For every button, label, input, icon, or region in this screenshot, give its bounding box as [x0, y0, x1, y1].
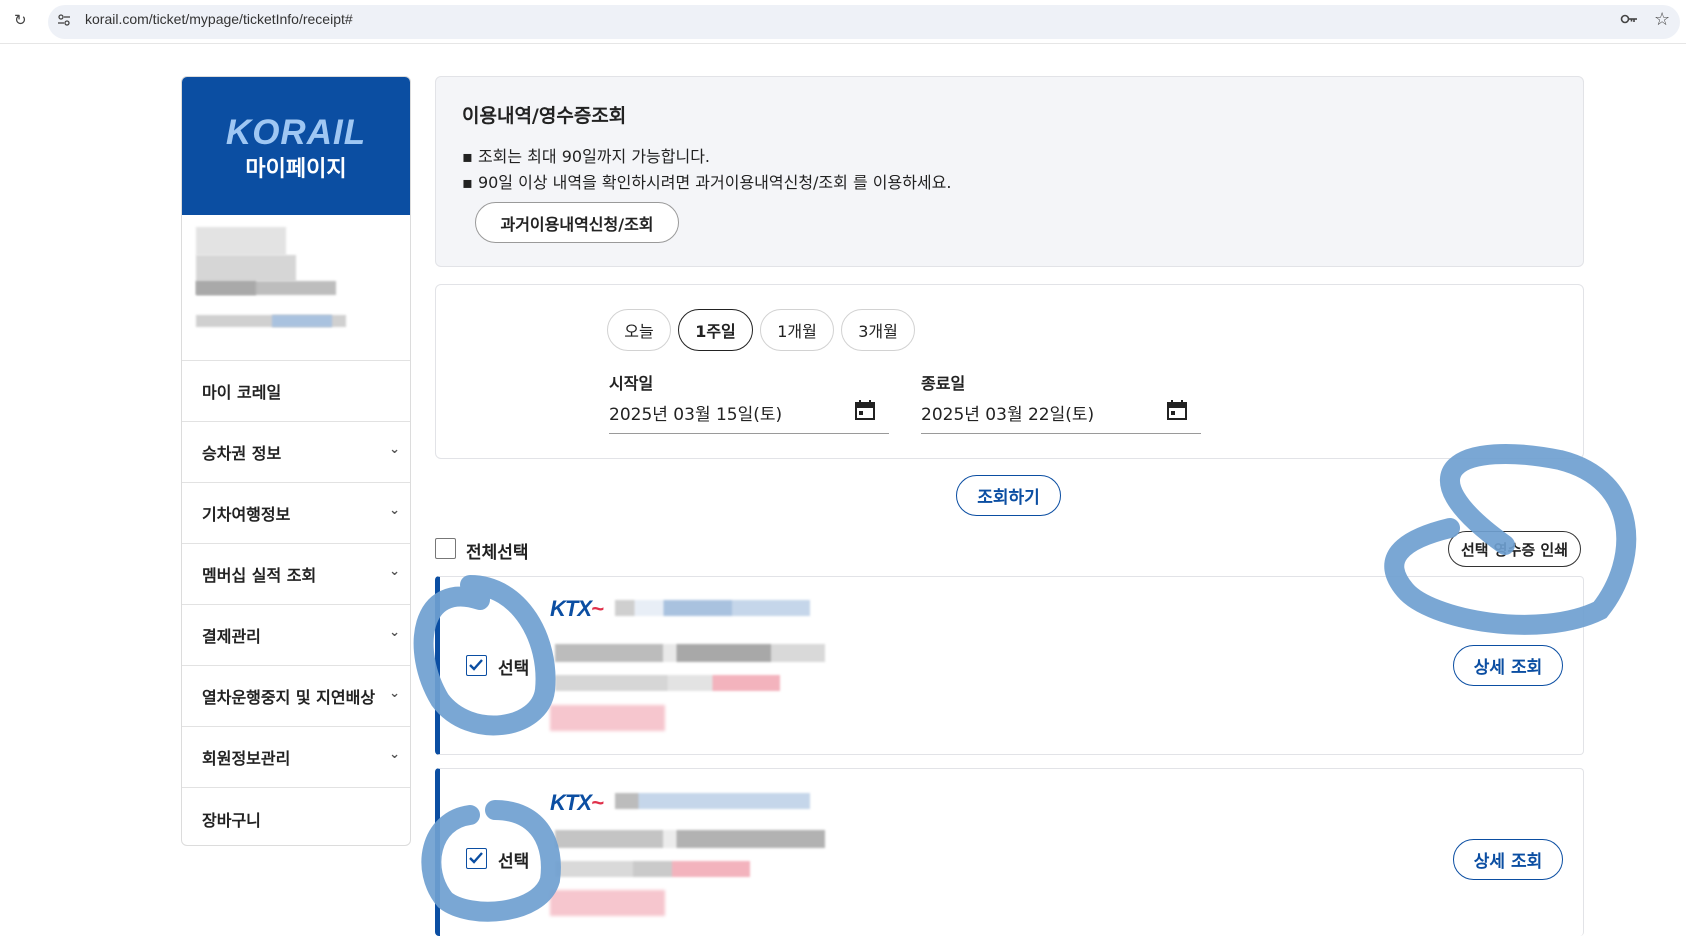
chevron-down-icon[interactable]: ⌄ — [389, 503, 400, 518]
blurred-seat-info — [555, 675, 780, 691]
sidebar-menu-label: 승차권 정보 — [202, 444, 282, 463]
period-today-button[interactable]: 오늘 — [607, 309, 671, 351]
period-3month-button[interactable]: 3개월 — [841, 309, 915, 351]
select-all-label[interactable]: 전체선택 — [466, 538, 529, 563]
sidebar-menu-item[interactable]: 마이 코레일 — [182, 361, 410, 422]
calendar-icon[interactable] — [1166, 399, 1188, 421]
url-text[interactable]: korail.com/ticket/mypage/ticketInfo/rece… — [85, 11, 353, 27]
info-bullet: ▪ 조회는 최대 90일까지 가능합니다. — [462, 147, 711, 166]
ticket-select-checkbox[interactable] — [466, 655, 487, 676]
period-1week-button[interactable]: 1주일 — [678, 309, 753, 351]
ticket-select-label[interactable]: 선택 — [498, 654, 529, 679]
ticket-detail-button[interactable]: 상세 조회 — [1453, 645, 1563, 686]
ticket-select-label[interactable]: 선택 — [498, 847, 529, 872]
ticket-card: 선택 KTX~ 상세 조회 — [435, 768, 1584, 936]
date-range-panel: 오늘 1주일 1개월 3개월 시작일 2025년 03월 15일(토) 종료일 … — [435, 284, 1584, 459]
site-settings-icon[interactable] — [57, 13, 71, 27]
blurred-route-info — [555, 830, 825, 848]
end-date-underline — [921, 433, 1201, 434]
sidebar-menu-item[interactable]: 멤버십 실적 조회 ⌄ — [182, 544, 410, 605]
select-all-checkbox[interactable] — [435, 538, 456, 559]
mypage-title: 마이페이지 — [245, 157, 347, 182]
sidebar-menu-label: 마이 코레일 — [202, 383, 282, 402]
sidebar-menu-label: 회원정보관리 — [202, 749, 291, 768]
mypage-sidebar: KORAIL 마이페이지 마이 코레일 승차권 정보 ⌄ 기차여행정보 ⌄ 멤버십 실적 … — [181, 76, 411, 846]
chevron-down-icon[interactable]: ⌄ — [389, 747, 400, 762]
calendar-icon[interactable] — [854, 399, 876, 421]
key-icon[interactable] — [1620, 12, 1638, 26]
end-date-input[interactable]: 2025년 03월 22일(토) — [921, 400, 1094, 425]
check-icon — [469, 852, 483, 864]
reload-icon[interactable]: ↻ — [14, 11, 27, 29]
info-bullet: ▪ 90일 이상 내역을 확인하시려면 과거이용내역신청/조회 를 이용하세요. — [462, 173, 952, 192]
sidebar-menu-item[interactable]: 결제관리 ⌄ — [182, 605, 410, 666]
blurred-train-info — [615, 600, 810, 616]
start-date-input[interactable]: 2025년 03월 15일(토) — [609, 400, 782, 425]
chevron-down-icon[interactable]: ⌄ — [389, 625, 400, 640]
past-history-button[interactable]: 과거이용내역신청/조회 — [475, 202, 679, 243]
end-date-label: 종료일 — [921, 374, 966, 393]
ktx-logo: KTX~ — [550, 790, 604, 815]
user-profile-blurred — [182, 215, 410, 361]
sidebar-menu-label: 기차여행정보 — [202, 505, 291, 524]
sidebar-menu-item[interactable]: 승차권 정보 ⌄ — [182, 422, 410, 483]
blurred-price-info — [550, 890, 665, 916]
ticket-detail-button[interactable]: 상세 조회 — [1453, 839, 1563, 880]
start-date-underline — [609, 433, 889, 434]
sidebar-menu-label: 결제관리 — [202, 627, 261, 646]
sidebar-menu-label: 멤버십 실적 조회 — [202, 566, 317, 585]
sidebar-menu-item[interactable]: 회원정보관리 ⌄ — [182, 727, 410, 788]
sidebar-menu-item[interactable]: 기차여행정보 ⌄ — [182, 483, 410, 544]
sidebar-menu-item[interactable]: 열차운행중지 및 지연배상 ⌄ — [182, 666, 410, 727]
print-receipt-button[interactable]: 선택 영수증 인쇄 — [1448, 531, 1581, 567]
ticket-select-checkbox[interactable] — [466, 848, 487, 869]
browser-toolbar: ↻ korail.com/ticket/mypage/ticketInfo/re… — [0, 0, 1686, 44]
bookmark-star-icon[interactable]: ☆ — [1654, 9, 1670, 30]
brand-header: KORAIL 마이페이지 — [182, 77, 410, 215]
sidebar-menu-label: 장바구니 — [202, 810, 261, 830]
chevron-down-icon[interactable]: ⌄ — [389, 442, 400, 457]
blurred-price-info — [550, 705, 665, 731]
blurred-train-info — [615, 793, 810, 809]
page-title: 이용내역/영수증조회 — [462, 105, 627, 127]
ticket-card: 선택 KTX~ 상세 조회 — [435, 576, 1584, 755]
period-1month-button[interactable]: 1개월 — [760, 309, 834, 351]
blurred-seat-info — [555, 861, 750, 877]
search-button[interactable]: 조회하기 — [956, 475, 1061, 516]
start-date-label: 시작일 — [609, 374, 654, 393]
korail-logo: KORAIL — [225, 113, 367, 152]
info-panel: 이용내역/영수증조회 ▪ 조회는 최대 90일까지 가능합니다. ▪ 90일 이… — [435, 76, 1584, 267]
chevron-down-icon[interactable]: ⌄ — [389, 686, 400, 701]
ktx-logo: KTX~ — [550, 596, 604, 621]
sidebar-menu-label: 열차운행중지 및 지연배상 — [202, 688, 376, 707]
chevron-down-icon[interactable]: ⌄ — [389, 564, 400, 579]
blurred-route-info — [555, 644, 825, 662]
sidebar-menu-item[interactable]: 장바구니 — [182, 788, 410, 845]
check-icon — [469, 659, 483, 671]
